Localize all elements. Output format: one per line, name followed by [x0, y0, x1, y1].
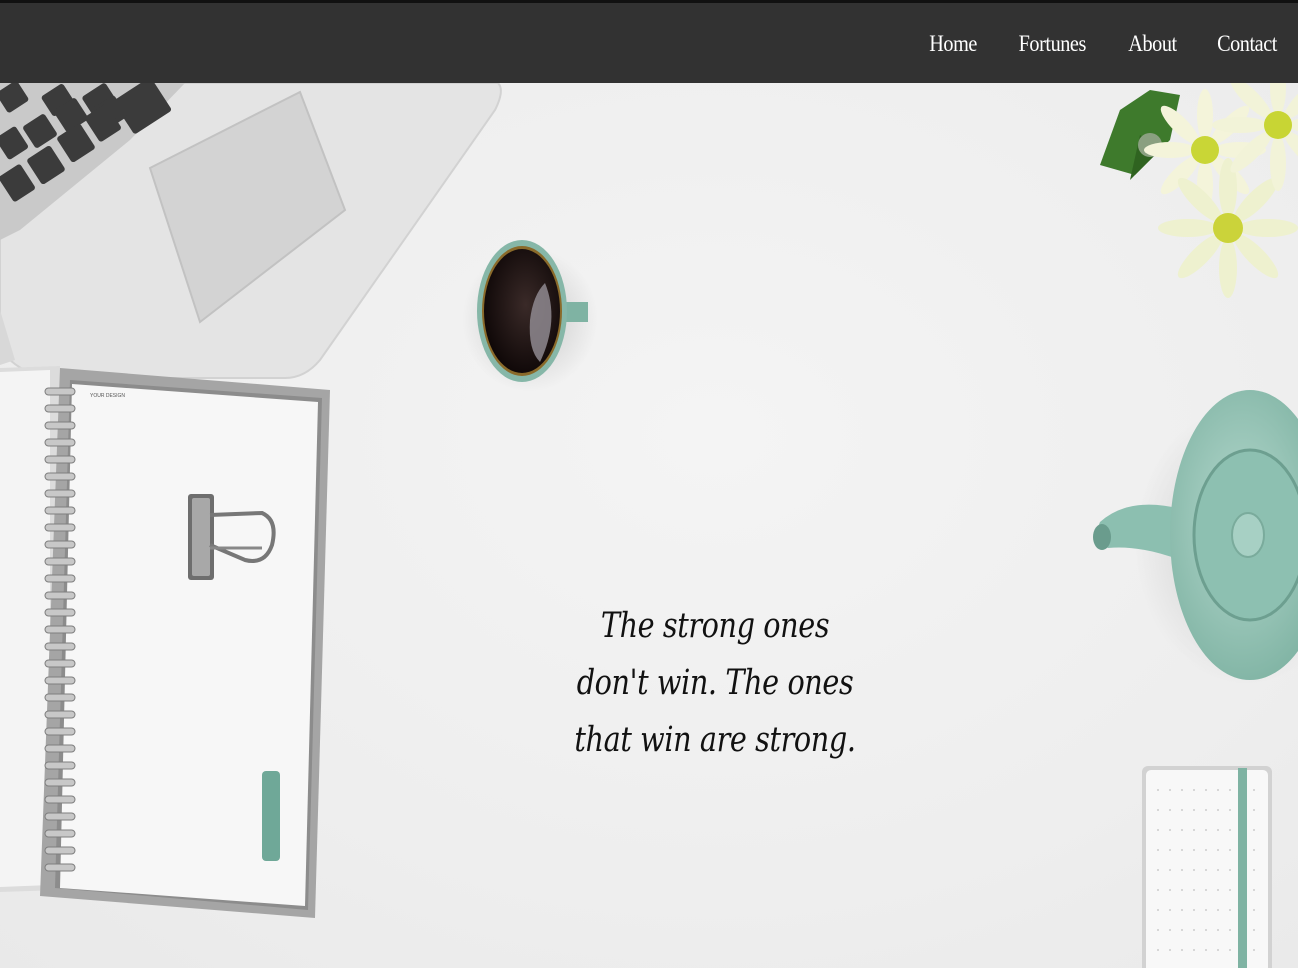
laptop — [0, 77, 502, 379]
hero-background: YOUR DESIGN The strong ones don't win. T… — [0, 0, 1298, 968]
desk-illustration: YOUR DESIGN — [0, 59, 1298, 968]
nav-link-about[interactable]: About — [1113, 31, 1191, 57]
top-navbar: Home Fortunes About Contact — [0, 0, 1298, 83]
teapot — [1093, 390, 1298, 685]
nav-link-home[interactable]: Home — [915, 31, 993, 57]
small-notebook — [1142, 766, 1272, 968]
open-notebook: YOUR DESIGN — [0, 366, 330, 918]
fortune-quote: The strong ones don't win. The ones that… — [574, 606, 856, 760]
flowers — [1100, 59, 1298, 298]
notebook-spiral — [44, 387, 76, 872]
notebook-label: YOUR DESIGN — [90, 393, 125, 399]
coffee-cup — [462, 240, 598, 392]
nav-menu: Home Fortunes About Contact — [909, 31, 1282, 57]
nav-link-contact[interactable]: Contact — [1202, 31, 1277, 57]
nav-link-fortunes[interactable]: Fortunes — [1004, 31, 1101, 57]
